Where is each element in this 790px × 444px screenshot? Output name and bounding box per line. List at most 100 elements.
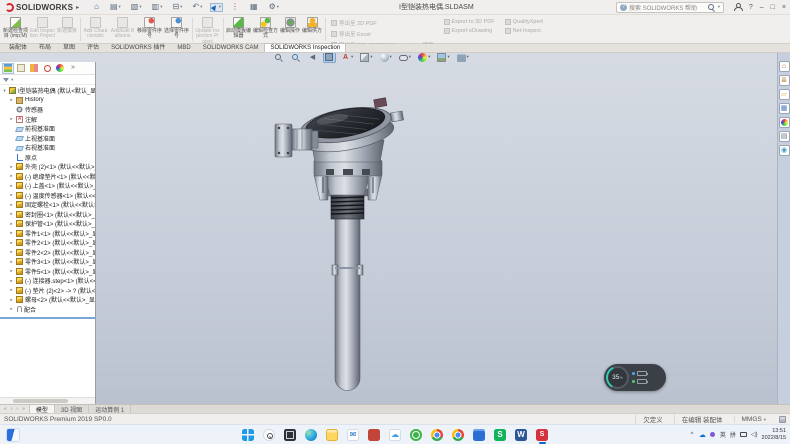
wps[interactable]: S xyxy=(493,427,508,443)
tree-item[interactable]: ▸ 零件2<2> (默认<<默认>_显示状态 xyxy=(0,248,95,258)
file-properties[interactable]: ▦ xyxy=(248,2,261,12)
volume[interactable]: ◁) xyxy=(751,431,758,438)
tab-solidworks-addins[interactable]: SOLIDWORKS 插件 xyxy=(105,40,171,52)
display-device[interactable] xyxy=(740,432,747,437)
expand-arrow-icon[interactable]: ▸ xyxy=(9,221,14,227)
expand-arrow-icon[interactable]: ▸ xyxy=(9,116,14,122)
tree-item[interactable]: ▸ History xyxy=(0,96,95,106)
dimxpertmanager-tab[interactable] xyxy=(41,63,53,74)
featuremanager-tab[interactable] xyxy=(2,63,14,74)
tree-item[interactable]: ▸ 密封圈<1> (默认<<默认>_显示状 xyxy=(0,210,95,220)
tree-item[interactable]: ▸ (-) 上盖<1> (默认<<默认>_显示状 xyxy=(0,181,95,191)
help-search-box[interactable]: ? 搜索 SOLIDWORKS 帮助 ▾ xyxy=(616,2,724,13)
export-2d-pdf[interactable]: 导出至 2D PDF xyxy=(331,19,433,27)
tree-item[interactable]: ▸ 零件1<1> (默认<<默认>_显示状态 xyxy=(0,229,95,239)
expand-arrow-icon[interactable]: ▸ xyxy=(9,230,14,236)
edit-operations[interactable]: 编辑操作 xyxy=(279,16,301,43)
edit-inspection-methods[interactable]: 编辑检查方式 xyxy=(252,16,279,43)
hidden-icons[interactable]: ^ xyxy=(689,432,695,438)
tab-layout[interactable]: 布局 xyxy=(33,40,57,52)
zoom-area[interactable] xyxy=(289,53,303,64)
rebuild[interactable]: ⋮ xyxy=(229,2,242,12)
add-characteristic[interactable]: Add Characteristic xyxy=(82,16,109,43)
displaymanager-tab[interactable] xyxy=(54,63,66,74)
expand-arrow-icon[interactable]: ▸ xyxy=(9,183,14,189)
panel-horizontal-scrollbar[interactable] xyxy=(0,397,95,404)
panel-tab-overflow[interactable]: » xyxy=(67,63,79,74)
edit-suppliers[interactable]: 编辑供方 xyxy=(301,16,323,43)
search-icon[interactable] xyxy=(707,3,715,11)
export-3d-pdf[interactable]: Export to 3D PDF xyxy=(444,19,495,25)
model-base-plate[interactable] xyxy=(314,160,382,176)
dynamic-annotation[interactable]: A▾ xyxy=(339,53,355,64)
options[interactable]: ⚙▾ xyxy=(267,2,281,12)
print[interactable]: ⊟▾ xyxy=(170,2,184,12)
tree-item[interactable]: ▸ 固定螺栓<1> (默认<<默认>_显示 xyxy=(0,200,95,210)
forum[interactable]: ◉ xyxy=(779,145,790,156)
tree-item[interactable]: 传感器 xyxy=(0,105,95,115)
edge[interactable] xyxy=(304,427,319,443)
tab-assembly[interactable]: 装配体 xyxy=(3,40,33,52)
last-tab[interactable]: » xyxy=(21,406,26,412)
select-balloons[interactable]: 选择零件序号 xyxy=(163,16,190,43)
expand-arrow-icon[interactable]: ▸ xyxy=(9,240,14,246)
section-view[interactable] xyxy=(323,53,336,63)
display-style[interactable]: ▾ xyxy=(378,53,394,64)
tree-item[interactable]: ▸ (-) 垫片 (2)<2> -> ? (默认<<默认 xyxy=(0,286,95,296)
app-green[interactable] xyxy=(409,427,424,443)
tree-item[interactable]: 上视基准面 xyxy=(0,134,95,144)
tree-item[interactable]: ▸ (-) 连接器.step<1> (默认<<默认> xyxy=(0,276,95,286)
tree-item[interactable]: ▸ (-) 温度传感器<1> (默认<<默认>_ xyxy=(0,191,95,201)
file-explorer[interactable] xyxy=(325,427,340,443)
save[interactable]: ▥▾ xyxy=(150,2,165,12)
first-tab[interactable]: « xyxy=(3,406,8,412)
expand-arrow-icon[interactable]: ▸ xyxy=(9,287,14,293)
ime-mode[interactable]: 拼 xyxy=(730,430,736,439)
export-edrawing[interactable]: Export eDrawing xyxy=(444,28,495,34)
net-inspect[interactable]: Net-Inspect xyxy=(505,28,543,34)
security-center[interactable] xyxy=(710,432,716,437)
chrome-2[interactable] xyxy=(451,427,466,443)
view-orientation[interactable]: ▾ xyxy=(358,53,374,64)
remove-balloons[interactable]: 移除零件序号 xyxy=(136,16,163,43)
prev-tab[interactable]: ‹ xyxy=(10,406,14,412)
tab-3d-views[interactable]: 3D 视图 xyxy=(55,405,89,413)
select-tool[interactable]: ▶▾ xyxy=(210,3,223,12)
battery-status-widget[interactable]: 35% xyxy=(604,364,666,391)
ime-language[interactable]: 英 xyxy=(720,430,726,439)
expand-arrow-icon[interactable]: ▸ xyxy=(9,164,14,170)
tree-item[interactable]: ▸ 零件3<1> (默认<<默认>_显示状态 xyxy=(0,257,95,267)
edit-inspection-project[interactable]: Edit Inspection Project xyxy=(29,16,56,43)
user-account[interactable] xyxy=(733,2,743,13)
tab-solidworks-inspection[interactable]: SOLIDWORKS Inspection xyxy=(264,43,346,52)
undo[interactable]: ↶▾ xyxy=(190,2,204,12)
solidworks[interactable]: S xyxy=(535,427,550,443)
task-pane-toggle-icon[interactable] xyxy=(779,416,786,423)
app-red[interactable] xyxy=(367,427,382,443)
close[interactable]: × xyxy=(781,4,787,11)
tree-item[interactable]: ▸ 零件5<1> (默认<<默认>_显示状态 xyxy=(0,267,95,277)
file-explorer-pane[interactable]: ▱ xyxy=(779,89,790,100)
expand-arrow-icon[interactable]: ▸ xyxy=(9,297,14,303)
expand-arrow-icon[interactable]: ▸ xyxy=(9,259,14,265)
model-side-connector[interactable] xyxy=(275,124,318,157)
cloud-app[interactable]: ☁ xyxy=(388,427,403,443)
tree-item[interactable]: ▸ 配合 xyxy=(0,305,95,315)
solidworks-resources[interactable]: ⌂ xyxy=(779,61,790,72)
model-probe[interactable] xyxy=(332,218,363,391)
thermocouple-model[interactable] xyxy=(270,93,420,403)
expand-arrow-icon[interactable]: ▸ xyxy=(9,211,14,217)
tree-item[interactable]: 原点 xyxy=(0,153,95,163)
search-dropdown-caret-icon[interactable]: ▾ xyxy=(718,4,720,10)
tree-item[interactable]: ▸ 螺母<2> (默认<<默认>_显示状态 xyxy=(0,295,95,305)
tree-item[interactable]: ▸ 外壳 (2)<1> (默认<<默认>_显示状 xyxy=(0,162,95,172)
expand-arrow-icon[interactable]: ▸ xyxy=(9,306,14,312)
tree-item[interactable]: ▾ I型铠装热电偶 (默认<默认_显示状态-1 xyxy=(0,86,95,96)
next-tab[interactable]: › xyxy=(15,406,19,412)
launch-template-editor[interactable]: 启动模板编辑器 xyxy=(225,16,252,43)
hide-show-items[interactable]: ▾ xyxy=(397,53,413,63)
tree-item[interactable]: 右视基准面 xyxy=(0,143,95,153)
expand-arrow-icon[interactable]: ▾ xyxy=(2,88,7,94)
status-units[interactable]: MMGS▾ xyxy=(734,416,776,423)
open[interactable]: ▧▾ xyxy=(129,2,144,12)
